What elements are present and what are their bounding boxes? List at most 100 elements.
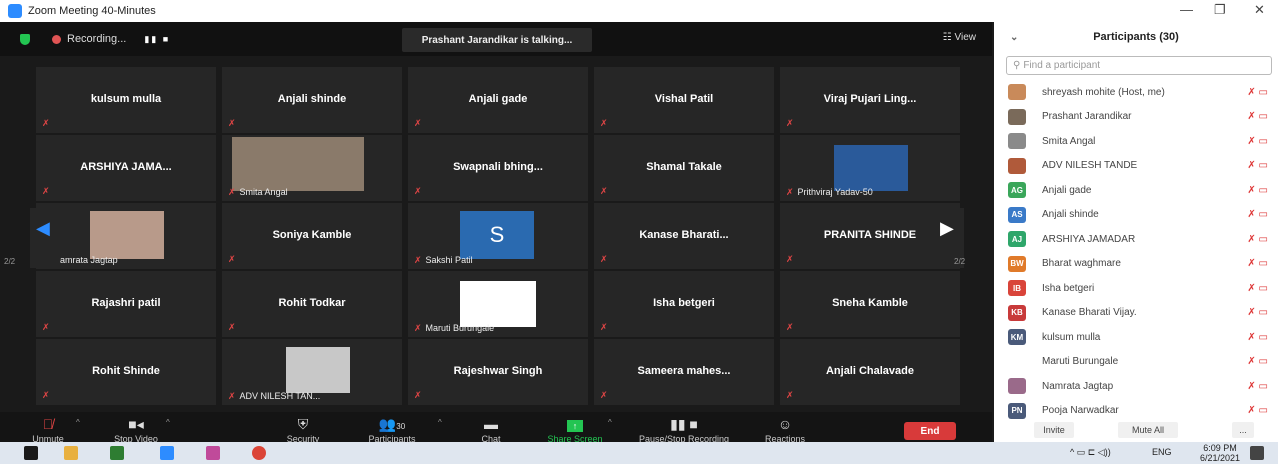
participants-panel: ⌄ Participants (30) ⚲ Find a participant…	[994, 22, 1278, 442]
participant-tile[interactable]: PRANITA SHINDE ✗	[780, 203, 960, 269]
stop-video-button[interactable]: ■◂ Stop Video ^	[106, 416, 170, 444]
participant-row[interactable]: Namrata Jagtap ✗ ▭	[994, 374, 1278, 399]
participant-row[interactable]: Smita Angal ✗ ▭	[994, 129, 1278, 154]
participant-tile[interactable]: ARSHIYA JAMA... ✗	[36, 135, 216, 201]
participant-status-icons: ✗ ▭	[1247, 111, 1268, 123]
participants-button[interactable]: 👥30 Participants ^	[362, 416, 441, 444]
recording-indicator: Recording... ▮▮ ■	[20, 30, 170, 48]
minimize-icon[interactable]: —	[1180, 2, 1193, 17]
muted-mic-icon: ✗	[228, 322, 236, 332]
audio-options-caret-icon[interactable]: ^	[76, 418, 80, 427]
participant-tile-name: Rajashri patil	[91, 297, 161, 309]
avatar-letter-tile: S	[460, 211, 534, 259]
participant-status-icons: ✗ ▭	[1247, 331, 1268, 343]
start-windows-icon[interactable]	[24, 446, 38, 460]
file-explorer-icon[interactable]	[64, 446, 78, 460]
pause-stop-recording-button[interactable]: ▮▮ ■ Pause/Stop Recording	[628, 416, 740, 444]
end-meeting-button[interactable]: End	[904, 422, 956, 440]
participant-tile[interactable]: Rajeshwar Singh ✗	[408, 339, 588, 405]
participant-tile[interactable]: Sameera mahes... ✗	[594, 339, 774, 405]
reactions-button[interactable]: ☺ Reactions	[760, 416, 810, 444]
participant-row[interactable]: AS Anjali shinde ✗ ▭	[994, 203, 1278, 228]
participant-tile[interactable]: Sneha Kamble ✗	[780, 271, 960, 337]
participant-row[interactable]: shreyash mohite (Host, me) ✗ ▭	[994, 80, 1278, 105]
page-indicator-left: 2/2	[4, 257, 16, 266]
participant-tile[interactable]: Rohit Shinde ✗	[36, 339, 216, 405]
participant-tile-name: Isha betgeri	[653, 297, 715, 309]
participant-tile[interactable]: Anjali Chalavade ✗	[780, 339, 960, 405]
participant-tile[interactable]: Anjali shinde ✗	[222, 67, 402, 133]
tray-icons[interactable]: ^ ▭ ⊏ ◁))	[1070, 447, 1111, 458]
chat-button[interactable]: ▬ Chat	[476, 416, 506, 444]
participant-tile[interactable]: Isha betgeri ✗	[594, 271, 774, 337]
participant-tile[interactable]: Shamal Takale ✗	[594, 135, 774, 201]
participants-options-caret-icon[interactable]: ^	[438, 418, 442, 427]
muted-mic-icon: ✗	[228, 118, 236, 128]
prev-page-button[interactable]: ◀ 2/2	[4, 208, 60, 268]
excel-icon[interactable]	[110, 446, 124, 460]
view-button[interactable]: ☷ View	[943, 32, 976, 43]
participant-row[interactable]: AG Anjali gade ✗ ▭	[994, 178, 1278, 203]
participant-tile[interactable]: ✗Namrata Jagtap	[36, 203, 216, 269]
participant-tile[interactable]: ✗ ADV NILESH TAN...	[222, 339, 402, 405]
participant-tile[interactable]: Viraj Pujari Ling... ✗	[780, 67, 960, 133]
video-options-caret-icon[interactable]: ^	[166, 418, 170, 427]
participant-list: shreyash mohite (Host, me) ✗ ▭ Prashant Ja…	[994, 80, 1278, 423]
participant-tile[interactable]: ✗ Maruti Burungale	[408, 271, 588, 337]
language-indicator[interactable]: ENG	[1152, 447, 1172, 457]
notifications-icon[interactable]	[1250, 446, 1264, 460]
participant-row[interactable]: ADV NILESH TANDE ✗ ▭	[994, 154, 1278, 179]
zoom-logo-icon	[8, 4, 22, 18]
participant-tile[interactable]: Anjali gade ✗	[408, 67, 588, 133]
participant-row[interactable]: KB Kanase Bharati Vijay. ✗ ▭	[994, 301, 1278, 326]
participants-count: 30	[396, 422, 406, 431]
participant-name: shreyash mohite (Host, me)	[1042, 86, 1165, 98]
chrome-icon[interactable]	[252, 446, 266, 460]
participant-row[interactable]: BW Bharat waghmare ✗ ▭	[994, 252, 1278, 277]
share-screen-button[interactable]: ↑ Share Screen ^	[540, 416, 612, 444]
recording-pause-stop-icon[interactable]: ▮▮ ■	[144, 34, 170, 45]
participant-tile[interactable]: S ✗ Sakshi Patil	[408, 203, 588, 269]
system-clock[interactable]: 6:09 PM 6/21/2021	[1200, 443, 1240, 463]
unmute-button[interactable]: 🎙̸ Unmute ^	[28, 416, 80, 444]
participant-row[interactable]: Prashant Jarandikar ✗ ▭	[994, 105, 1278, 130]
page-indicator-right: 2/2	[954, 257, 966, 266]
participant-name: ADV NILESH TANDE	[1042, 160, 1138, 172]
invite-button[interactable]: Invite	[1034, 422, 1074, 438]
security-button[interactable]: ⛨ Security	[278, 416, 328, 444]
mute-all-button[interactable]: Mute All	[1118, 422, 1178, 438]
os-taskbar: ^ ▭ ⊏ ◁)) ENG 6:09 PM 6/21/2021	[0, 442, 1278, 464]
participant-tile-name: PRANITA SHINDE	[823, 229, 917, 241]
encryption-shield-icon[interactable]	[20, 33, 30, 45]
participant-row[interactable]: AJ ARSHIYA JAMADAR ✗ ▭	[994, 227, 1278, 252]
participant-tile[interactable]: Swapnali bhing... ✗	[408, 135, 588, 201]
participant-tile[interactable]: ✗ Prithviraj Yadav-50	[780, 135, 960, 201]
participant-status-icons: ✗ ▭	[1247, 356, 1268, 368]
zoom-taskbar-icon[interactable]	[160, 446, 174, 460]
participant-row[interactable]: Maruti Burungale ✗ ▭	[994, 350, 1278, 375]
participant-tile[interactable]: ✗ Smita Angal	[222, 135, 402, 201]
participant-search-input[interactable]: ⚲ Find a participant	[1006, 56, 1272, 75]
share-options-caret-icon[interactable]: ^	[608, 418, 612, 427]
participant-tile[interactable]: Rajashri patil ✗	[36, 271, 216, 337]
restore-icon[interactable]: ❐	[1214, 2, 1226, 18]
participant-tile[interactable]: Rohit Todkar ✗	[222, 271, 402, 337]
participant-tile-name: Swapnali bhing...	[453, 161, 543, 173]
participant-tile[interactable]: Soniya Kamble ✗	[222, 203, 402, 269]
participant-tile-name: Sameera mahes...	[637, 365, 731, 377]
recording-dot-icon	[52, 34, 61, 44]
search-icon: ⚲	[1013, 60, 1021, 71]
close-icon[interactable]: ✕	[1254, 2, 1265, 18]
participant-label-text: Prithviraj Yadav-50	[797, 187, 873, 197]
participant-tile[interactable]: kulsum mulla ✗	[36, 67, 216, 133]
participant-avatar: AG	[1008, 182, 1026, 199]
next-page-button[interactable]: ▶ 2/2	[934, 208, 966, 268]
participant-name: Anjali shinde	[1042, 209, 1099, 221]
participant-tile[interactable]: Kanase Bharati... ✗	[594, 203, 774, 269]
title-bar: Zoom Meeting 40-Minutes — ❐ ✕	[0, 0, 1278, 22]
photos-icon[interactable]	[206, 446, 220, 460]
participant-row[interactable]: KM kulsum mulla ✗ ▭	[994, 325, 1278, 350]
participant-row[interactable]: IB Isha betgeri ✗ ▭	[994, 276, 1278, 301]
participant-tile[interactable]: Vishal Patil ✗	[594, 67, 774, 133]
more-options-button[interactable]: ...	[1232, 422, 1254, 438]
